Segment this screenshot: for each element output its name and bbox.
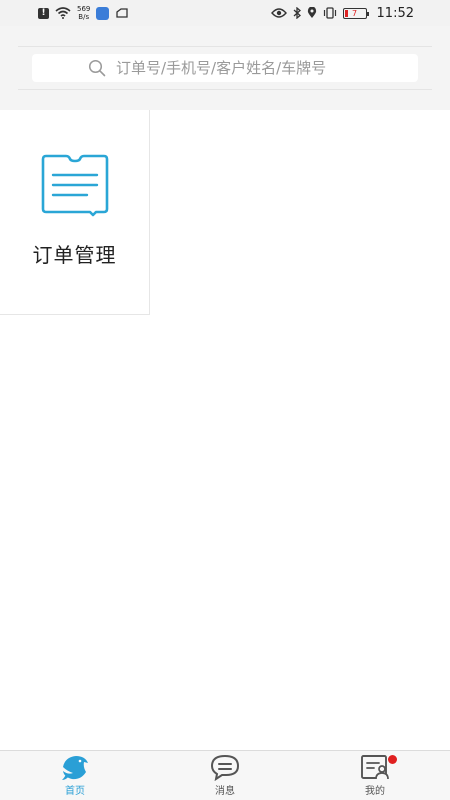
network-speed-unit: B/s bbox=[78, 13, 90, 21]
search-input[interactable] bbox=[88, 59, 408, 77]
eye-icon bbox=[270, 8, 287, 18]
grid-item-label: 订单管理 bbox=[32, 243, 117, 267]
tab-messages[interactable]: 消息 bbox=[150, 751, 300, 800]
grid-item-order-management[interactable]: 订单管理 bbox=[0, 110, 150, 315]
battery-fill bbox=[344, 9, 348, 17]
tab-label: 我的 bbox=[365, 786, 385, 797]
search-header bbox=[0, 26, 450, 110]
bluetooth-icon bbox=[293, 7, 301, 19]
tab-profile[interactable]: 我的 bbox=[300, 751, 450, 800]
tab-home[interactable]: 首页 bbox=[0, 751, 150, 800]
app-notification-icon bbox=[96, 6, 110, 20]
vibrate-icon bbox=[323, 7, 336, 19]
tab-label: 首页 bbox=[65, 786, 85, 797]
bottom-tab-bar: 首页 消息 我的 bbox=[0, 750, 450, 800]
app-screen: ! 569 B/s 7 11:52 订单号/手机号/客户姓名/车牌号 订单管理 … bbox=[0, 0, 450, 800]
search-box[interactable] bbox=[32, 54, 418, 82]
cloud-icon bbox=[116, 8, 129, 18]
alert-icon: ! bbox=[38, 7, 49, 19]
status-bar-right: 7 11:52 bbox=[270, 5, 414, 21]
notification-badge-dot bbox=[388, 755, 397, 764]
dolphin-home-icon bbox=[62, 756, 88, 780]
search-frame bbox=[18, 46, 432, 90]
wifi-icon bbox=[55, 7, 71, 19]
order-document-icon bbox=[41, 154, 108, 217]
location-icon bbox=[307, 7, 316, 18]
battery-indicator: 7 bbox=[342, 7, 369, 19]
network-speed-value: 569 bbox=[77, 5, 91, 13]
battery-level: 7 bbox=[351, 8, 358, 18]
tab-label: 消息 bbox=[215, 786, 235, 797]
status-time: 11:52 bbox=[376, 5, 414, 21]
status-bar-left: ! 569 B/s bbox=[38, 5, 129, 21]
message-bubble-icon bbox=[210, 754, 240, 781]
network-speed: 569 B/s bbox=[77, 5, 90, 21]
search-icon bbox=[88, 59, 106, 77]
profile-card-icon bbox=[361, 755, 389, 780]
status-bar: ! 569 B/s 7 11:52 bbox=[0, 0, 450, 26]
